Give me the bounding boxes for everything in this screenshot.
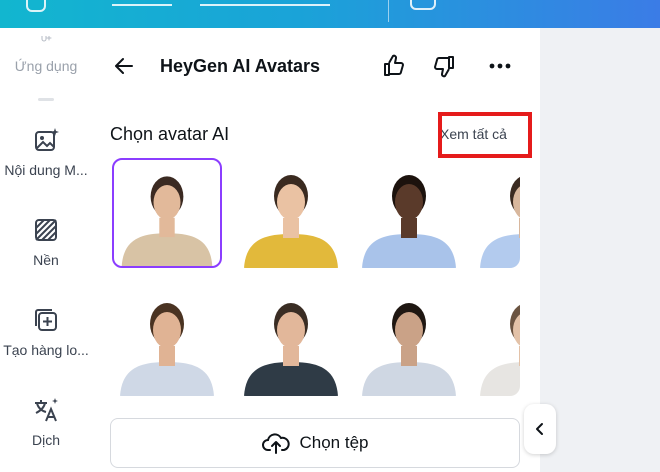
avatar-option-2[interactable] (236, 158, 346, 268)
apps-icon (41, 36, 52, 42)
more-options-icon[interactable] (486, 52, 514, 80)
thumbs-down-icon[interactable] (430, 52, 458, 80)
avatar-option-5[interactable] (112, 286, 222, 396)
panel-header: HeyGen AI Avatars (92, 28, 540, 104)
chevron-left-icon (536, 423, 543, 435)
toolbar-fragment (112, 0, 172, 6)
page-title: HeyGen AI Avatars (160, 56, 321, 76)
magic-media-icon (35, 128, 59, 151)
avatar-photo (362, 303, 456, 396)
app-panel: HeyGen AI Avatars Chọn avatar AI Xem tất… (92, 28, 540, 472)
section-title: Chọn avatar AI (110, 124, 230, 144)
cloud-upload-icon (261, 433, 290, 454)
avatar-photo (480, 304, 520, 396)
bulk-create-icon (35, 309, 57, 331)
thumbs-up-icon[interactable] (380, 52, 408, 80)
toolbar-fragment (200, 0, 330, 6)
collapse-panel-button[interactable] (524, 404, 556, 454)
back-arrow-icon[interactable] (110, 52, 138, 80)
sidebar: Ứng dụng Nội dung M... Nền Tạo hàng lo..… (0, 28, 92, 472)
avatar-option-1[interactable] (112, 158, 222, 268)
choose-file-button[interactable]: Chọn tệp (110, 418, 520, 468)
sidebar-item-label: Dịch (31, 432, 60, 448)
avatar-photo (362, 175, 456, 268)
sidebar-divider (38, 98, 54, 101)
sidebar-item-translate[interactable]: Dịch (0, 396, 92, 448)
avatar-photo (120, 303, 214, 396)
top-toolbar (0, 0, 660, 28)
choose-file-label: Chọn tệp (299, 433, 369, 452)
sidebar-item-background[interactable]: Nền (0, 216, 92, 268)
avatar-photo (244, 175, 338, 268)
sidebar-item-bulk-create[interactable]: Tạo hàng lo... (0, 306, 92, 358)
avatar-option-3[interactable] (354, 158, 464, 268)
avatar-option-6[interactable] (236, 286, 346, 396)
avatar-option-8[interactable] (472, 286, 520, 396)
see-all-link[interactable]: Xem tất cả (440, 126, 507, 142)
toolbar-divider (388, 0, 389, 22)
share-icon[interactable] (410, 0, 436, 10)
avatar-photo (480, 176, 520, 268)
canvas-area (540, 28, 660, 472)
avatar-option-7[interactable] (354, 286, 464, 396)
avatar-photo (244, 303, 338, 396)
background-icon (35, 219, 57, 241)
avatar-option-4[interactable] (472, 158, 520, 268)
home-icon[interactable] (26, 0, 46, 12)
translate-icon (35, 398, 58, 422)
sidebar-item-label: Nội dung M... (4, 162, 88, 178)
sidebar-item-label: Nền (33, 252, 59, 268)
sidebar-item-apps[interactable]: Ứng dụng (0, 36, 92, 74)
sidebar-item-magic-media[interactable]: Nội dung M... (0, 126, 92, 178)
avatar-photo (121, 176, 213, 266)
sidebar-item-label: Ứng dụng (14, 58, 78, 74)
sidebar-item-label: Tạo hàng lo... (3, 342, 89, 358)
